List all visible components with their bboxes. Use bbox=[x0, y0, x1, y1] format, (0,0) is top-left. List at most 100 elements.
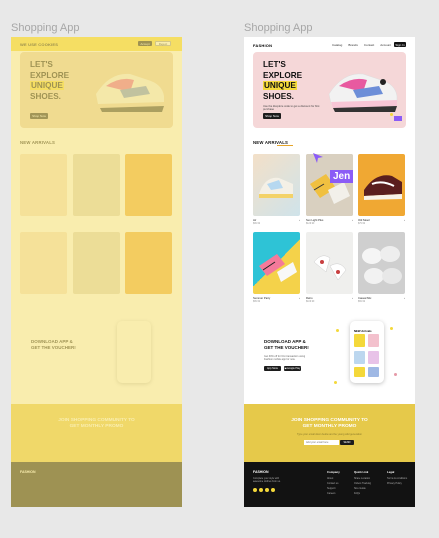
social-icons bbox=[253, 488, 275, 492]
youtube-icon[interactable] bbox=[271, 488, 275, 492]
phone-product-thumb bbox=[354, 351, 365, 364]
product-name: Sun Light Plus bbox=[306, 219, 324, 222]
frame-label-right: Shopping App bbox=[244, 22, 313, 34]
phone-product-thumb bbox=[368, 351, 379, 364]
product-price: $89.99 bbox=[253, 301, 261, 303]
decor-dot bbox=[394, 373, 397, 376]
newsletter-email-input[interactable] bbox=[304, 440, 339, 445]
footer-link[interactable]: Contact us bbox=[327, 482, 340, 485]
hero-shoe-image bbox=[96, 73, 164, 112]
hero-title: LET'S EXPLORE UNIQUE SHOES. bbox=[30, 60, 70, 101]
product-image[interactable] bbox=[125, 232, 172, 294]
newsletter-title: JOIN SHOPPING COMMUNITY TO GET MONTHLY P… bbox=[58, 418, 135, 429]
footer-link[interactable]: Careers bbox=[327, 492, 340, 495]
chevron-icon: › bbox=[299, 297, 300, 300]
product-image[interactable] bbox=[20, 232, 67, 294]
product-card[interactable]: Old Skool › $79.99 bbox=[358, 154, 405, 225]
newsletter-section: JOIN SHOPPING COMMUNITY TO GET MONTHLY P… bbox=[244, 404, 415, 462]
footer-column-quicklink: Quick Link Share Location Orders Trackin… bbox=[354, 470, 372, 495]
product-price: $99.99 bbox=[253, 223, 261, 225]
product-image[interactable] bbox=[73, 232, 120, 294]
nav-link-catalog[interactable]: Catalog bbox=[332, 43, 342, 47]
hero-title: LET'S EXPLORE UNIQUE SHOES. bbox=[263, 60, 303, 101]
app-store-button[interactable]: App Store bbox=[264, 366, 281, 371]
phone-product-thumb bbox=[354, 367, 365, 377]
chevron-icon: › bbox=[352, 297, 353, 300]
footer-link[interactable]: FAQs bbox=[354, 492, 371, 495]
phone-mockup: NEW Arrivals bbox=[350, 321, 384, 383]
nav-link-contact[interactable]: Contact bbox=[364, 43, 374, 47]
footer-link[interactable]: Privacy Policy bbox=[387, 482, 407, 485]
facebook-icon[interactable] bbox=[253, 488, 257, 492]
footer-column-company: Company About Contact us Support Careers bbox=[327, 470, 340, 495]
newsletter-title: JOIN SHOPPING COMMUNITY TO GET MONTHLY P… bbox=[291, 418, 368, 429]
newsletter-section: JOIN SHOPPING COMMUNITY TO GET MONTHLY P… bbox=[11, 404, 182, 462]
cookie-accept-button[interactable]: Accept bbox=[138, 41, 152, 46]
product-image bbox=[253, 232, 300, 294]
footer-link[interactable]: Terms & conditions bbox=[387, 477, 407, 480]
shopping-app-frame-variant[interactable]: WE USE COOKIES Accept Reject LET'S EXPLO… bbox=[11, 37, 182, 507]
nav-link-account[interactable]: Account bbox=[380, 43, 391, 47]
instagram-icon[interactable] bbox=[265, 488, 269, 492]
newsletter-send-button[interactable]: SEND bbox=[340, 440, 354, 445]
product-name: Air bbox=[253, 219, 257, 222]
app-download-title: DOWNLOAD APP & GET THE VOUCHER! bbox=[264, 339, 309, 350]
chevron-icon: › bbox=[404, 219, 405, 222]
product-name: Retro bbox=[306, 297, 313, 300]
shop-now-button[interactable]: Shop Now bbox=[30, 113, 48, 119]
newsletter-subtitle: Type your email down below and be young … bbox=[297, 433, 362, 436]
nav-brand[interactable]: FASHION bbox=[253, 43, 272, 48]
product-price: $79.99 bbox=[358, 223, 366, 225]
app-download-subtitle: Get 30% off for first transaction using … bbox=[264, 355, 306, 362]
footer-link[interactable]: Share Location bbox=[354, 477, 371, 480]
hero-shoe-image bbox=[328, 73, 398, 112]
product-card[interactable]: Summer Party › $89.99 bbox=[253, 232, 300, 303]
decor-dot bbox=[336, 329, 339, 332]
footer: FASHION Complete your style with awesome… bbox=[244, 462, 415, 507]
cursor-icon bbox=[313, 153, 323, 163]
app-download-title: DOWNLOAD APP & GET THE VOUCHER! bbox=[31, 339, 76, 350]
nav-link-brands[interactable]: Brands bbox=[348, 43, 358, 47]
nav-signin-button[interactable]: Sign In bbox=[394, 42, 406, 47]
product-image bbox=[358, 154, 405, 216]
footer-link[interactable]: About bbox=[327, 477, 340, 480]
twitter-icon[interactable] bbox=[259, 488, 263, 492]
cookie-reject-button[interactable]: Reject bbox=[155, 41, 171, 46]
new-arrivals-title: NEW ARRIVALS bbox=[20, 140, 56, 145]
decor-dot bbox=[390, 327, 393, 330]
phone-header: NEW Arrivals bbox=[354, 329, 372, 333]
footer-link[interactable]: Orders Tracking bbox=[354, 482, 371, 485]
product-card[interactable]: Retro › $109.99 bbox=[306, 232, 353, 303]
footer-brand: FASHION bbox=[20, 470, 36, 474]
hero-dot bbox=[390, 113, 393, 116]
product-card[interactable]: Sun Light Plus › $129.99 bbox=[306, 154, 353, 225]
phone-mockup bbox=[117, 321, 151, 383]
footer-link[interactable]: Size Guide bbox=[354, 487, 371, 490]
footer-link[interactable]: Support bbox=[327, 487, 340, 490]
product-card[interactable]: Casual Mix › $69.99 bbox=[358, 232, 405, 303]
chevron-icon: › bbox=[352, 219, 353, 222]
product-card[interactable]: Air › $99.99 bbox=[253, 154, 300, 225]
product-image bbox=[306, 232, 353, 294]
nav-links: Catalog Brands Contact Account bbox=[332, 43, 391, 47]
phone-product-thumb bbox=[354, 334, 365, 347]
cookie-banner-title: WE USE COOKIES bbox=[20, 42, 59, 47]
shopping-app-frame[interactable]: FASHION Catalog Brands Contact Account S… bbox=[244, 37, 415, 507]
google-play-button[interactable]: ▶ Google Play bbox=[284, 366, 301, 371]
shop-now-button[interactable]: Shop Now bbox=[263, 113, 281, 119]
chevron-icon: › bbox=[404, 297, 405, 300]
cookie-banner: WE USE COOKIES Accept Reject bbox=[11, 37, 182, 51]
phone-product-thumb bbox=[368, 367, 379, 377]
footer-brand: FASHION bbox=[253, 470, 269, 474]
product-image[interactable] bbox=[73, 154, 120, 216]
product-name: Old Skool bbox=[358, 219, 370, 222]
product-image[interactable] bbox=[20, 154, 67, 216]
hero-banner: LET'S EXPLORE UNIQUE SHOES. Use the #exp… bbox=[253, 52, 406, 128]
frame-label-left: Shopping App bbox=[11, 22, 80, 34]
section-underline bbox=[277, 145, 293, 146]
decor-dot bbox=[334, 381, 337, 384]
product-image[interactable] bbox=[125, 154, 172, 216]
footer-column-legal: Legal Terms & conditions Privacy Policy bbox=[387, 470, 408, 485]
product-image bbox=[253, 154, 300, 216]
product-name: Casual Mix bbox=[358, 297, 372, 300]
